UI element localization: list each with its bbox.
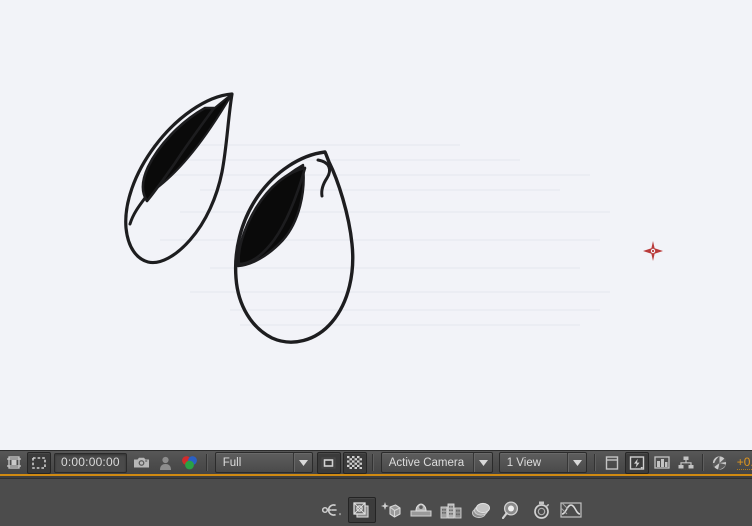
toggle-switches-modes-icon[interactable] [318,497,348,523]
hide-shy-layers-icon[interactable] [376,497,406,523]
toolbar-separator-2 [371,454,374,471]
leaf-eye-artwork[interactable] [0,0,752,450]
roi-toggle-icon[interactable] [316,451,341,474]
viewer-toolbar: 0:00:00:00 Full Active Camera 1 View +0 [0,450,752,476]
current-timecode-display[interactable]: 0:00:00:00 [54,452,127,473]
toolbar-separator-4 [701,454,704,471]
chevron-down-icon[interactable] [295,453,312,472]
timeline-button-icon[interactable] [651,453,673,473]
show-channel-icon[interactable] [179,453,201,473]
switches-row [0,493,752,526]
timeline-lower-panel: 00f 00:10f 01 [0,478,752,526]
leaf-shape-left[interactable] [124,92,234,265]
after-effects-composition-window: 0:00:00:00 Full Active Camera 1 View +0 [0,0,752,526]
resolution-select[interactable]: Full [214,452,313,473]
auto-keyframe-icon[interactable] [496,497,526,523]
composition-canvas[interactable] [0,0,752,450]
camera-view-select[interactable]: Active Camera [380,452,493,473]
resolution-value: Full [222,456,242,469]
transparency-grid-icon[interactable] [342,451,367,474]
pixel-aspect-ratio-icon[interactable] [601,453,623,473]
view-layout-select[interactable]: 1 View [498,452,587,473]
region-of-interest-icon[interactable] [27,451,51,474]
draft-3d-icon[interactable] [348,497,376,523]
enable-frame-blending-icon[interactable] [406,497,436,523]
enable-motion-blur-icon[interactable] [436,497,466,523]
brainstorm-icon[interactable] [466,497,496,523]
view-layout-value: 1 View [506,456,542,469]
exposure-reset-icon[interactable] [709,453,731,473]
exposure-value[interactable]: +0.0 [736,455,752,470]
leaf-shape-right[interactable] [233,150,355,344]
graph-editor-icon[interactable] [556,497,586,523]
camera-view-value: Active Camera [388,456,465,469]
fast-previews-icon[interactable] [624,451,649,474]
chevron-down-icon[interactable] [569,453,586,472]
show-snapshot-icon[interactable] [155,453,177,473]
switches-icon-group [318,493,586,526]
always-preview-this-view-icon[interactable] [3,453,25,473]
chevron-down-icon[interactable] [475,453,492,472]
toolbar-separator-3 [593,454,596,471]
anchor-point-marker[interactable] [643,241,663,261]
toolbar-separator-1 [205,454,208,471]
motion-blur-toggle-icon[interactable] [526,497,556,523]
take-snapshot-icon[interactable] [131,453,153,473]
comp-flowchart-icon[interactable] [675,453,697,473]
